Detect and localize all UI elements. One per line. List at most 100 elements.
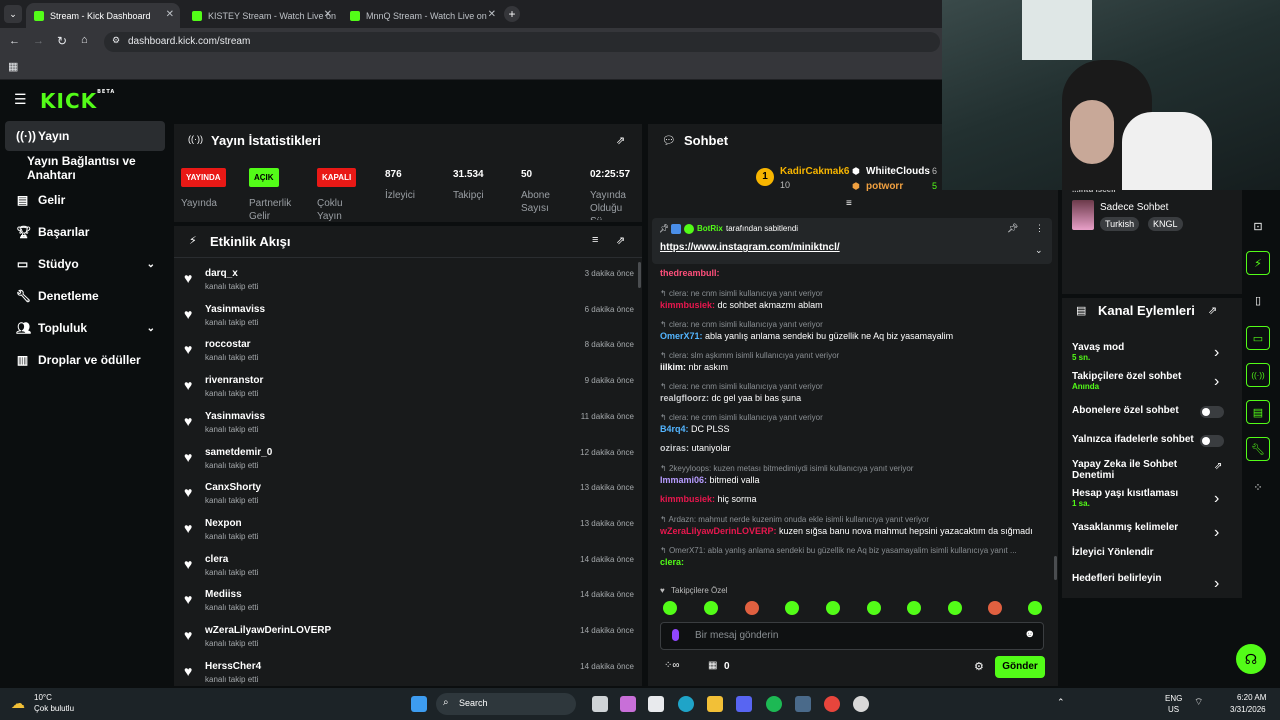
emote-icon[interactable] — [907, 601, 921, 615]
chevron-right-icon[interactable]: › — [1214, 575, 1219, 593]
tab-kick-dashboard[interactable]: Stream - Kick Dashboard ✕ — [26, 3, 180, 28]
chat-message[interactable]: wZeraLilyawDerinLOVERP: kuzen sığsa banu… — [660, 526, 1044, 536]
channel-action[interactable]: Hedefleri belirleyin — [1072, 573, 1200, 584]
feed-row[interactable]: ♥ Mediiss kanalı takip etti 14 dakika önce — [184, 586, 636, 622]
sidebar-item-denetleme[interactable]: 🔧︎ Denetleme — [5, 281, 165, 311]
chat-message[interactable]: thedreambull: — [660, 268, 1044, 278]
feed-row[interactable]: ♥ rivenranstor kanalı takip etti 9 dakika ö… — [184, 372, 636, 408]
chat-username[interactable]: kimmbusiek — [660, 300, 712, 310]
filter-icon[interactable]: ≡ — [592, 234, 598, 246]
emote-icon[interactable] — [867, 601, 881, 615]
home-icon[interactable]: ⌂ — [81, 34, 88, 46]
chat-message[interactable]: B4rq4: DC PLSS — [660, 424, 1044, 434]
chat-input[interactable]: Bir mesaj gönderin ☻ — [660, 622, 1044, 650]
follower-name[interactable]: sametdemir_0 — [205, 447, 272, 458]
chat-message[interactable]: oziras: utaniyolar — [660, 443, 1044, 453]
follower-name[interactable]: wZeraLilyawDerinLOVERP — [205, 625, 331, 636]
document-icon[interactable]: ▯ — [1246, 288, 1270, 312]
help-button[interactable]: ☊ — [1236, 644, 1266, 674]
chat-username[interactable]: oziras — [660, 443, 686, 453]
chevron-right-icon[interactable]: › — [1214, 490, 1219, 508]
chrome-icon[interactable] — [824, 696, 840, 712]
obs-icon[interactable] — [853, 696, 869, 712]
chevron-right-icon[interactable]: › — [1214, 373, 1219, 391]
chat-message[interactable]: Immami06: bitmedi valla — [660, 475, 1044, 485]
toggle-switch[interactable] — [1200, 435, 1224, 447]
close-tab-icon[interactable]: ✕ — [488, 9, 496, 20]
reload-icon[interactable]: ↻ — [57, 34, 67, 48]
sidebar-item-gelir[interactable]: ▤ Gelir — [5, 185, 165, 215]
hamburger-menu-icon[interactable]: ☰ — [14, 91, 27, 108]
feed-row[interactable]: ♥ Yasinmaviss kanalı takip etti 6 dakika ön… — [184, 301, 636, 337]
sidebar-item-yayin[interactable]: ((·)) Yayın — [5, 121, 165, 151]
send-button[interactable]: Gönder — [995, 656, 1045, 678]
popout-icon[interactable]: ⇗ — [616, 234, 625, 247]
wrench-icon[interactable]: 🔧︎ — [1246, 437, 1270, 461]
apps-grid-icon[interactable]: ▦ — [8, 60, 18, 73]
emote-icon[interactable] — [704, 601, 718, 615]
follower-name[interactable]: roccostar — [205, 339, 251, 350]
channel-action[interactable]: Yapay Zeka ile Sohbet Denetimi — [1072, 459, 1200, 481]
emote-icon[interactable] — [745, 601, 759, 615]
store-icon[interactable] — [648, 696, 664, 712]
steam-icon[interactable] — [795, 696, 811, 712]
popout-icon[interactable]: ⇗ — [616, 134, 625, 147]
clock-time[interactable]: 6:20 AM — [1237, 693, 1266, 702]
emote-icon[interactable] — [826, 601, 840, 615]
chat-message[interactable]: kimmbusiek: hiç sorma — [660, 494, 1044, 504]
toggle-switch[interactable] — [1200, 406, 1224, 418]
chat-username[interactable]: B4rq4 — [660, 424, 686, 434]
channel-action[interactable]: Takipçilere özel sohbet Anında — [1072, 371, 1200, 391]
site-info-icon[interactable]: ⚙ — [112, 35, 120, 46]
chat-username[interactable]: Immami06 — [660, 475, 704, 485]
channel-action[interactable]: Yasaklanmış kelimeler — [1072, 522, 1200, 533]
chat-message[interactable]: clera: — [660, 557, 1044, 567]
tray-chevron-icon[interactable]: ⌃ — [1057, 697, 1065, 708]
follower-name[interactable]: Mediiss — [205, 589, 242, 600]
discord-icon[interactable] — [736, 696, 752, 712]
close-tab-icon[interactable]: ✕ — [166, 9, 174, 20]
tab-mnnq-stream[interactable]: MnnQ Stream - Watch Live on ✕ — [342, 3, 502, 28]
channel-action[interactable]: İzleyici Yönlendir — [1072, 547, 1200, 558]
more-icon[interactable]: ⋮ — [1035, 223, 1044, 234]
chat-username[interactable]: thedreambull — [660, 268, 717, 278]
forward-icon[interactable]: → — [33, 35, 44, 47]
chat-username[interactable]: kimmbusiek — [660, 494, 712, 504]
lightning-icon[interactable]: ⚡︎ — [1246, 251, 1270, 275]
follower-name[interactable]: Yasinmaviss — [205, 411, 265, 422]
sidebar-item-topluluk[interactable]: 👥︎ Topluluk ⌄ — [5, 313, 165, 343]
copilot-icon[interactable] — [620, 696, 636, 712]
feed-row[interactable]: ♥ clera kanalı takip etti 14 dakika önce — [184, 551, 636, 587]
popout-icon[interactable]: ⇗ — [1208, 304, 1217, 317]
input-language[interactable]: ENG — [1165, 694, 1182, 703]
follower-name[interactable]: HerssCher4 — [205, 661, 261, 672]
chevron-right-icon[interactable]: › — [1214, 524, 1219, 542]
feed-row[interactable]: ♥ Nexpon kanalı takip etti 13 dakika önce — [184, 515, 636, 551]
feed-row[interactable]: ♥ CanxShorty kanalı takip etti 13 dakika ön… — [184, 479, 636, 515]
channel-action[interactable]: Yavaş mod 5 sn. — [1072, 342, 1200, 362]
broadcast-icon[interactable]: ((·)) — [1246, 363, 1270, 387]
follower-name[interactable]: CanxShorty — [205, 482, 261, 493]
external-link-icon[interactable]: ⇗ — [1214, 461, 1222, 472]
close-tab-icon[interactable]: ✕ — [324, 9, 332, 20]
chat-settings-icon[interactable]: ⚙ — [974, 660, 984, 673]
chat-message[interactable]: kimmbusiek: dc sohbet akmazmı ablam — [660, 300, 1044, 310]
emote-icon[interactable] — [948, 601, 962, 615]
sidebar-item-basarilar[interactable]: 🏆︎ Başarılar — [5, 217, 165, 247]
chat-message[interactable]: OmerX71: abla yanlış anlama sendeki bu g… — [660, 331, 1044, 341]
mic-icon[interactable] — [672, 629, 679, 641]
follower-name[interactable]: Nexpon — [205, 518, 242, 529]
url-input[interactable]: ⚙ dashboard.kick.com/stream — [104, 32, 940, 52]
channel-action[interactable]: Hesap yaşı kısıtlaması 1 sa. — [1072, 488, 1200, 508]
chat-username[interactable]: clera — [660, 557, 681, 567]
actions-icon[interactable]: ▤ — [1246, 400, 1270, 424]
chat-scrollbar[interactable] — [1054, 556, 1057, 580]
leader-1-name[interactable]: KadirCakmak6 — [780, 166, 849, 177]
explorer-icon[interactable] — [707, 696, 723, 712]
chevron-down-icon[interactable]: ⌄ — [1035, 245, 1043, 256]
tab-kistey-stream[interactable]: KISTEY Stream - Watch Live on ✕ — [184, 3, 338, 28]
kick-points-icon[interactable]: ⁘∞ — [664, 660, 680, 671]
feed-row[interactable]: ♥ wZeraLilyawDerinLOVERP kanalı takip etti… — [184, 622, 636, 658]
emoji-icon[interactable]: ☻ — [1024, 628, 1036, 640]
tab-menu-button[interactable]: ⌄ — [4, 5, 22, 23]
